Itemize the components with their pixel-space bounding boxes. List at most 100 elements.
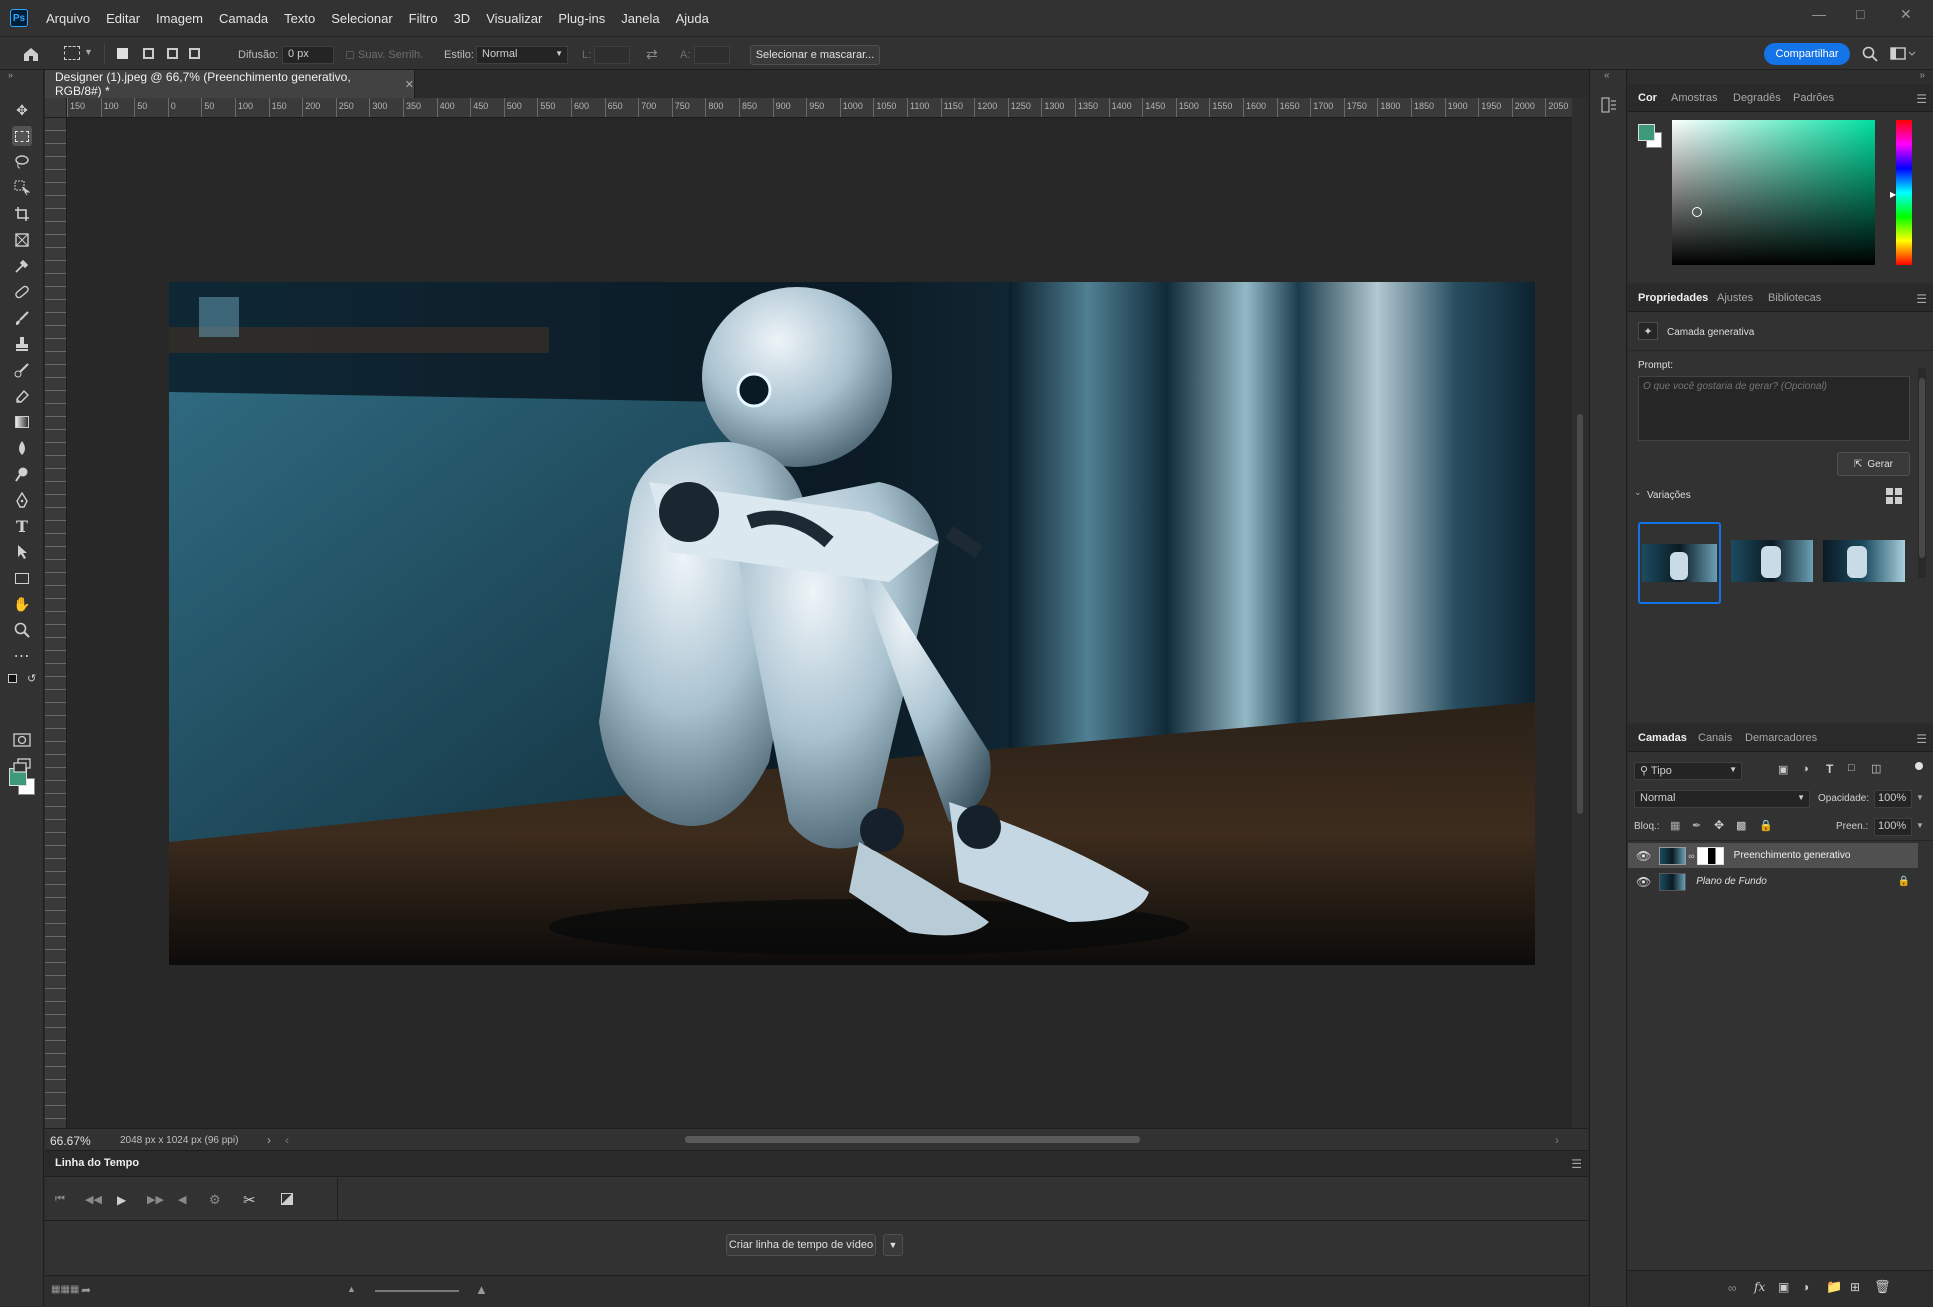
tab-degrades[interactable]: Degradês: [1733, 92, 1781, 104]
menu-camada[interactable]: Camada: [211, 11, 276, 26]
panel-menu-icon[interactable]: ☰: [1916, 292, 1927, 306]
close-tab-icon[interactable]: ✕: [405, 78, 414, 91]
maximize-icon[interactable]: □: [1856, 6, 1864, 22]
tab-bibliotecas[interactable]: Bibliotecas: [1768, 292, 1821, 304]
transition-icon[interactable]: [281, 1193, 293, 1205]
rectangle-tool-icon[interactable]: [12, 568, 32, 588]
intersect-selection-icon[interactable]: [189, 48, 200, 59]
hue-slider[interactable]: ▶: [1890, 120, 1912, 265]
menu-filtro[interactable]: Filtro: [401, 11, 446, 26]
collapse-panels-icon[interactable]: «: [1604, 70, 1610, 81]
antialias-checkbox[interactable]: [346, 51, 354, 59]
type-tool-icon[interactable]: T: [12, 516, 32, 536]
chevron-down-icon[interactable]: ⌄: [1634, 487, 1642, 498]
layer-mask-thumbnail[interactable]: [1696, 846, 1724, 865]
type-layer-filter-icon[interactable]: T: [1826, 762, 1833, 776]
menu-editar[interactable]: Editar: [98, 11, 148, 26]
menu-imagem[interactable]: Imagem: [148, 11, 211, 26]
horizontal-ruler[interactable]: 150 100 50 0 50 100 150 200 250 300 350 400 450 500 55…: [67, 98, 1575, 118]
minimize-icon[interactable]: —: [1812, 6, 1826, 22]
tab-camadas[interactable]: Camadas: [1638, 732, 1687, 744]
lock-position-icon[interactable]: ✥: [1714, 818, 1724, 832]
chevron-down-icon[interactable]: ▼: [1916, 821, 1924, 830]
more-tools-icon[interactable]: ⋯: [12, 646, 32, 666]
zoom-level[interactable]: 66.67%: [50, 1134, 91, 1148]
settings-gear-icon[interactable]: ⚙: [209, 1192, 221, 1208]
subtract-selection-icon[interactable]: [167, 48, 178, 59]
tab-propriedades[interactable]: Propriedades: [1638, 292, 1708, 304]
opacity-input[interactable]: 100%: [1874, 790, 1912, 808]
color-picker-handle[interactable]: [1692, 207, 1702, 217]
timeline-frames-icon[interactable]: ▦▦▦: [51, 1284, 79, 1295]
collapse-toolbar-icon[interactable]: »: [8, 70, 13, 80]
convert-icon[interactable]: ➦: [81, 1283, 91, 1297]
variation-thumbnail-2[interactable]: [1731, 540, 1813, 582]
history-brush-tool-icon[interactable]: [12, 360, 32, 380]
chevron-down-icon[interactable]: ▼: [84, 47, 93, 57]
split-scissors-icon[interactable]: ✂: [243, 1191, 256, 1209]
scroll-right-icon[interactable]: ›: [1555, 1133, 1559, 1147]
menu-plugins[interactable]: Plug-ins: [550, 11, 613, 26]
dodge-tool-icon[interactable]: [12, 464, 32, 484]
foreground-color-chip[interactable]: [1638, 124, 1655, 141]
select-and-mask-button[interactable]: Selecionar e mascarar...: [750, 45, 880, 65]
close-window-icon[interactable]: ✕: [1900, 6, 1912, 23]
link-icon[interactable]: ∞: [1688, 851, 1694, 861]
lock-artboard-icon[interactable]: ▩: [1736, 819, 1746, 832]
expand-panels-icon[interactable]: »: [1919, 70, 1925, 81]
scroll-left-icon[interactable]: ‹: [285, 1133, 289, 1147]
vertical-ruler[interactable]: [45, 118, 67, 1128]
quick-mask-icon[interactable]: [12, 730, 32, 750]
crop-tool-icon[interactable]: [12, 204, 32, 224]
brush-tool-icon[interactable]: [12, 308, 32, 328]
adjustment-layer-icon[interactable]: ◑: [1802, 1280, 1809, 1294]
menu-ajuda[interactable]: Ajuda: [668, 11, 717, 26]
gradient-tool-icon[interactable]: [12, 412, 32, 432]
blur-tool-icon[interactable]: [12, 438, 32, 458]
home-icon[interactable]: [22, 46, 40, 62]
width-input[interactable]: [594, 46, 630, 64]
height-input[interactable]: [694, 46, 730, 64]
play-icon[interactable]: ▶: [117, 1193, 126, 1207]
variation-thumbnail-1[interactable]: [1638, 522, 1721, 604]
chevron-right-icon[interactable]: ›: [267, 1133, 271, 1147]
marquee-tool-preset-icon[interactable]: [64, 46, 80, 60]
panel-menu-icon[interactable]: ☰: [1916, 732, 1927, 746]
object-selection-tool-icon[interactable]: [12, 178, 32, 198]
visibility-eye-icon[interactable]: 👁: [1636, 875, 1651, 889]
default-colors-icon[interactable]: [8, 674, 17, 683]
swap-dimensions-icon[interactable]: ⇄: [646, 46, 658, 63]
workspace-icon[interactable]: [1890, 46, 1916, 62]
lock-icon[interactable]: 🔒: [1898, 876, 1910, 887]
zoom-in-timeline-icon[interactable]: ▲: [475, 1282, 488, 1297]
timeline-zoom-slider[interactable]: [375, 1290, 459, 1292]
pen-tool-icon[interactable]: [12, 490, 32, 510]
clone-stamp-tool-icon[interactable]: [12, 334, 32, 354]
layer-name[interactable]: Plano de Fundo: [1696, 876, 1767, 887]
search-icon[interactable]: [1862, 46, 1878, 62]
history-panel-icon[interactable]: [1600, 96, 1618, 114]
visibility-eye-icon[interactable]: 👁: [1636, 849, 1651, 863]
path-selection-tool-icon[interactable]: [12, 542, 32, 562]
filter-toggle-icon[interactable]: [1915, 762, 1923, 770]
lock-all-icon[interactable]: 🔒: [1759, 819, 1773, 832]
tab-ajustes[interactable]: Ajustes: [1717, 292, 1753, 304]
ruler-origin[interactable]: [45, 98, 67, 118]
menu-3d[interactable]: 3D: [446, 11, 479, 26]
menu-visualizar[interactable]: Visualizar: [478, 11, 550, 26]
grid-view-icon[interactable]: [1886, 488, 1902, 504]
zoom-out-timeline-icon[interactable]: ▲: [347, 1284, 356, 1294]
add-selection-icon[interactable]: [143, 48, 154, 59]
generate-button[interactable]: ⇱ Gerar: [1837, 452, 1910, 476]
prompt-input[interactable]: [1638, 376, 1910, 441]
share-button[interactable]: Compartilhar: [1764, 43, 1850, 65]
document-canvas[interactable]: [169, 282, 1535, 965]
tab-cor[interactable]: Cor: [1638, 92, 1657, 104]
rectangular-marquee-tool-icon[interactable]: [12, 126, 32, 146]
menu-janela[interactable]: Janela: [613, 11, 667, 26]
properties-scrollbar-thumb[interactable]: [1919, 378, 1925, 558]
blend-mode-select[interactable]: Normal ▼: [1634, 790, 1810, 808]
smart-object-filter-icon[interactable]: ◫: [1871, 762, 1881, 775]
layer-row-generative[interactable]: 👁 ∞ Preenchimento generativo: [1628, 843, 1918, 868]
menu-selecionar[interactable]: Selecionar: [323, 11, 400, 26]
